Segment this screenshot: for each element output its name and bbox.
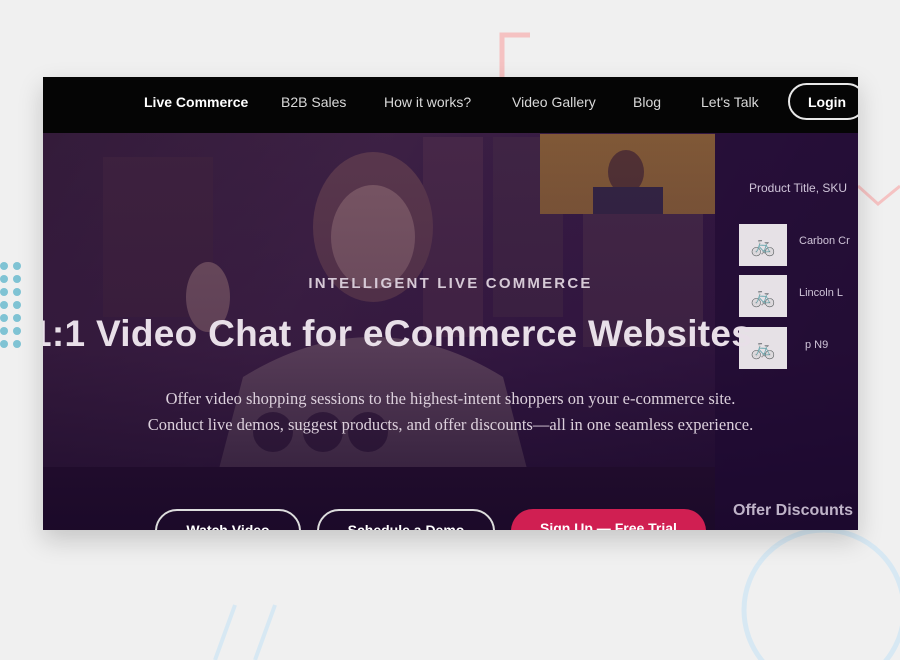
panel-offer-label: Offer Discounts bbox=[733, 502, 854, 519]
nav-live-commerce[interactable]: Live Commerce bbox=[144, 94, 248, 110]
circle-decoration bbox=[741, 527, 900, 660]
nav-how-it-works[interactable]: How it works? bbox=[384, 94, 471, 110]
panel-search-text: Product Title, SKU bbox=[749, 181, 848, 195]
hero-eyebrow: INTELLIGENT LIVE COMMERCE bbox=[308, 275, 593, 292]
panel-product-name: p N9 bbox=[805, 339, 829, 351]
hero-card: Product Title, SKU 🚲 🚲 🚲 Carbon Cr Linco… bbox=[43, 77, 858, 530]
nav-video-gallery[interactable]: Video Gallery bbox=[512, 94, 596, 110]
dot-grid-decoration bbox=[0, 262, 21, 348]
corner-bracket-decoration bbox=[499, 32, 530, 78]
nav-blog[interactable]: Blog bbox=[633, 94, 661, 110]
hero-subtitle-line1: Offer video shopping sessions to the hig… bbox=[165, 389, 736, 408]
hero-headline: 1:1 Video Chat for eCommerce Websites bbox=[43, 313, 753, 354]
nav-lets-talk[interactable]: Let's Talk bbox=[701, 94, 759, 110]
nav-b2b-sales[interactable]: B2B Sales bbox=[281, 94, 346, 110]
slash-lines-decoration bbox=[213, 604, 277, 660]
schedule-demo-button[interactable]: Schedule a Demo bbox=[317, 509, 495, 530]
watch-video-button[interactable]: Watch Video bbox=[155, 509, 301, 530]
hero-subtitle-line2: Conduct live demos, suggest products, an… bbox=[147, 415, 754, 434]
sign-up-button[interactable]: Sign Up — Free Trial bbox=[511, 509, 706, 530]
zigzag-decoration bbox=[858, 184, 900, 206]
top-navigation: Live Commerce B2B Sales How it works? Vi… bbox=[43, 77, 858, 133]
panel-product-name: Carbon Cr bbox=[799, 235, 850, 247]
login-button[interactable]: Login bbox=[788, 83, 858, 120]
product-thumb: 🚲 bbox=[739, 224, 787, 266]
